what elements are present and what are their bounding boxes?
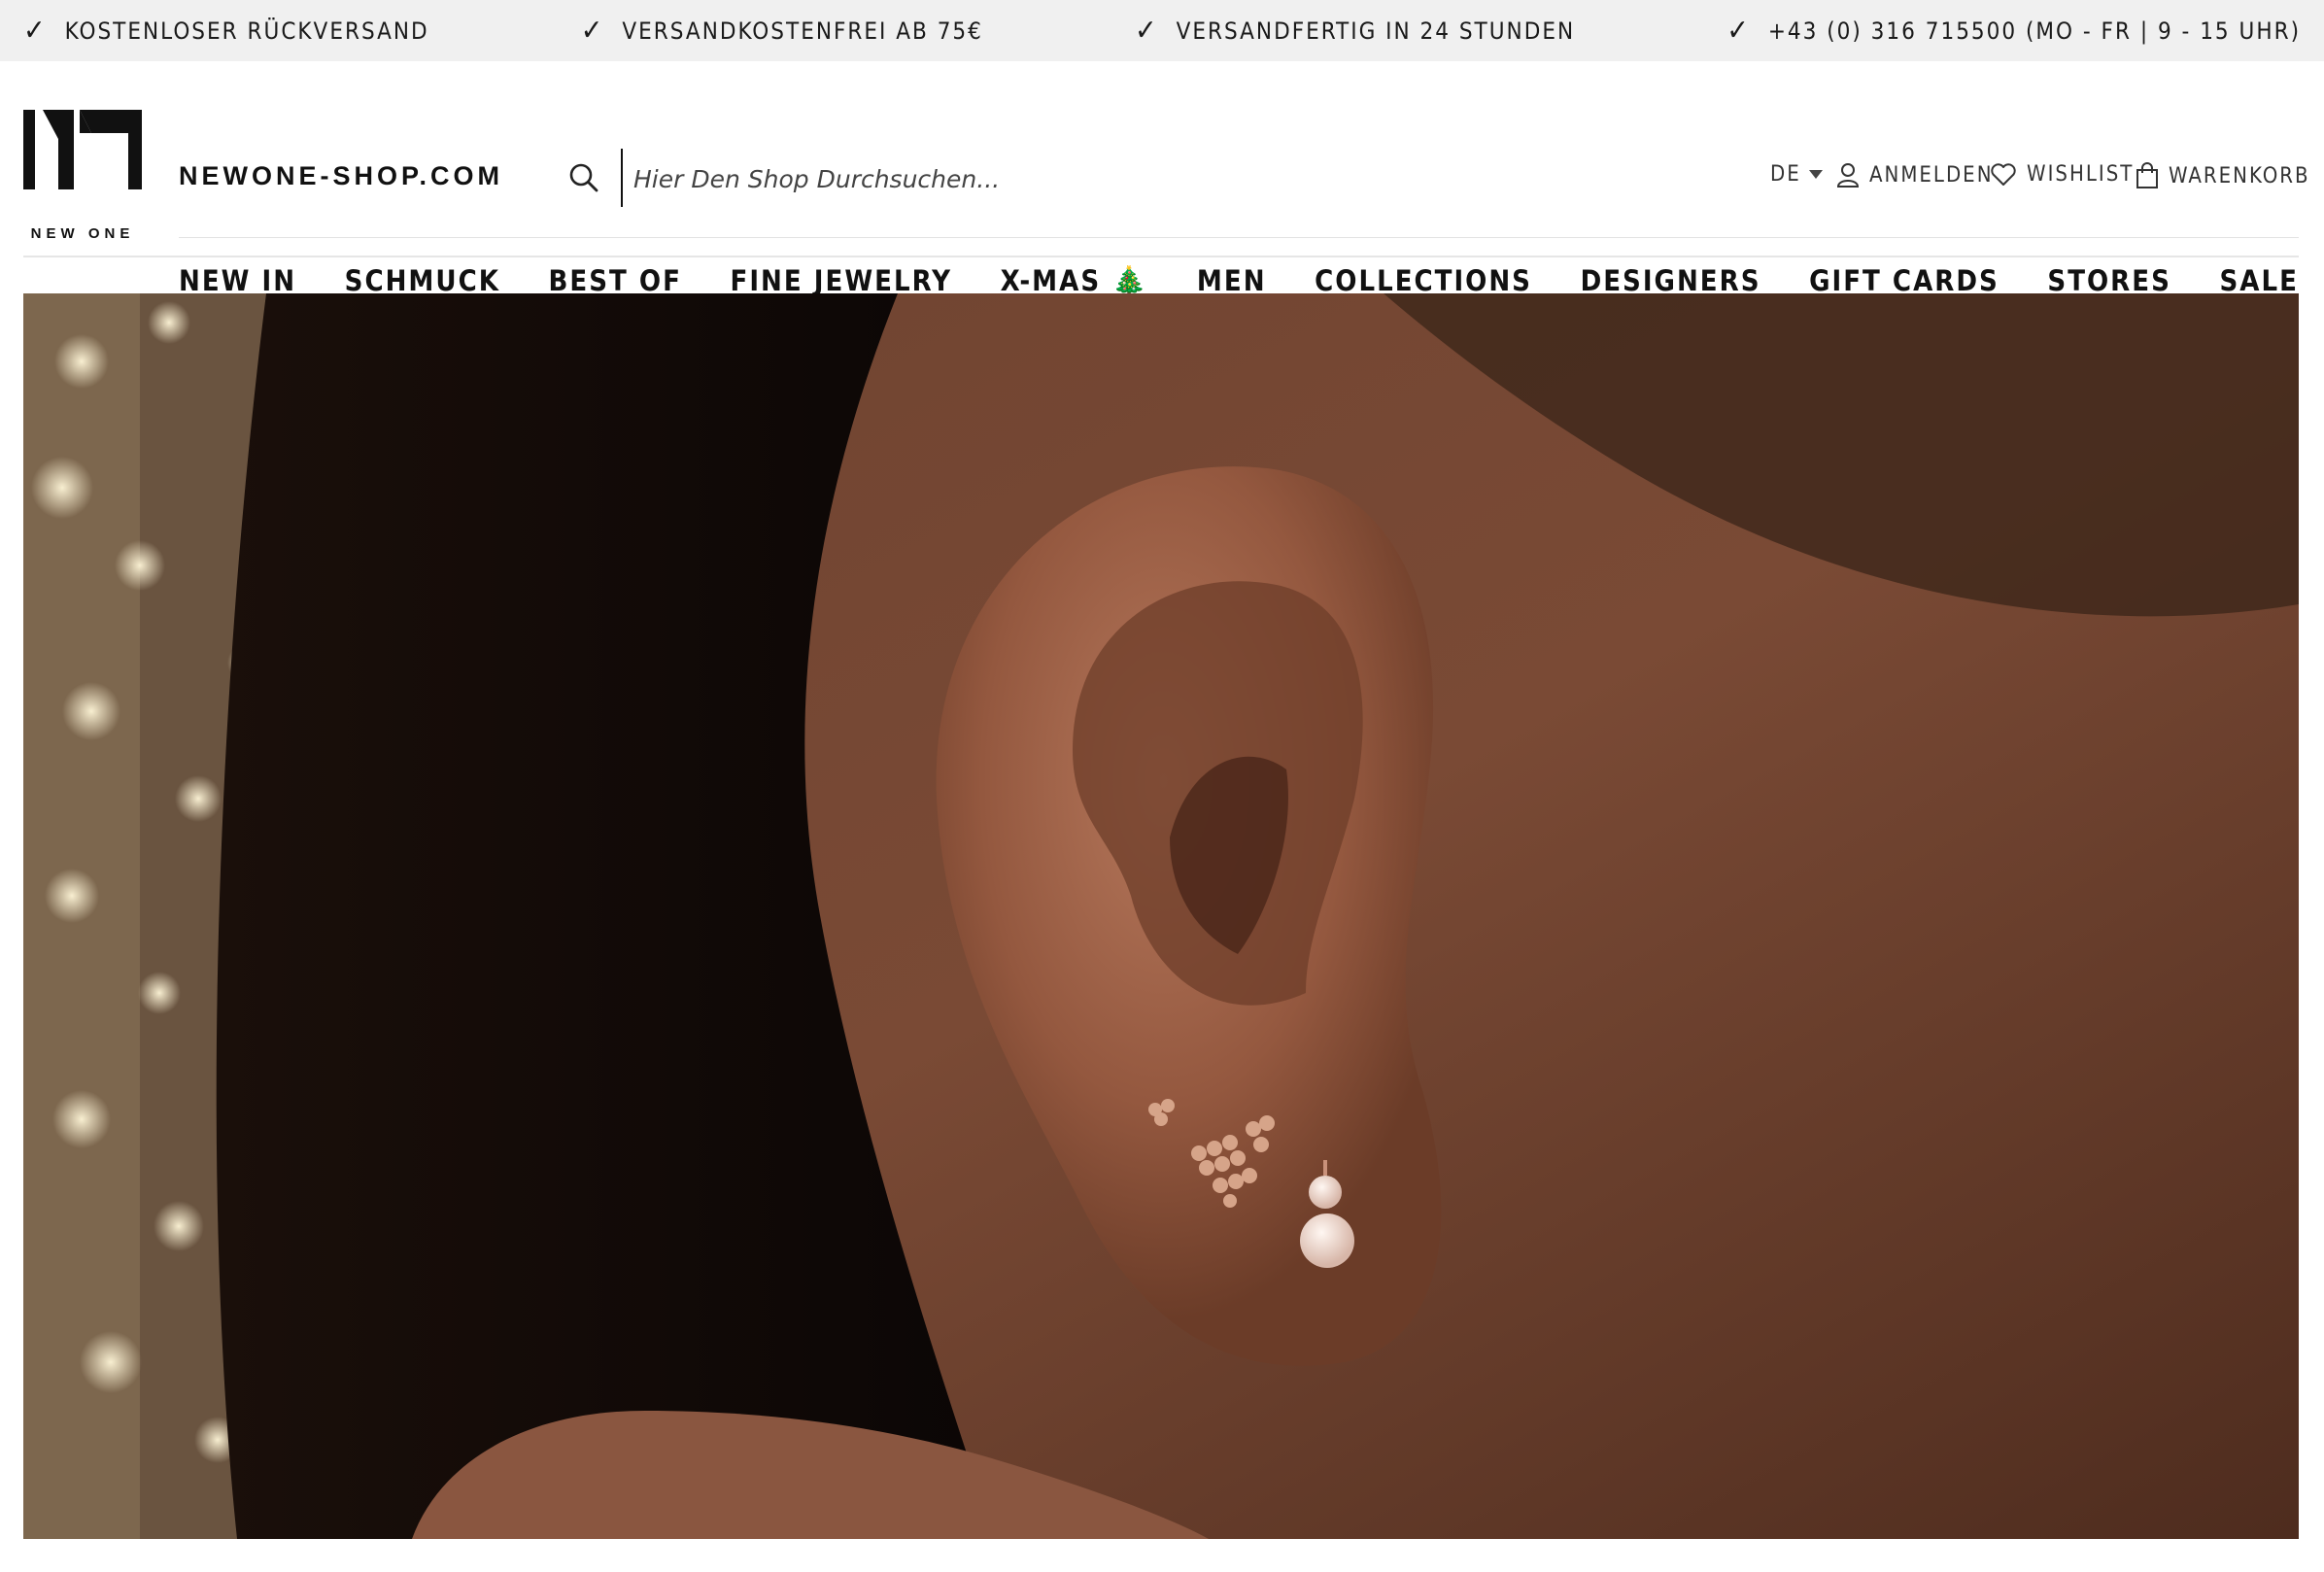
language-label: DE [1770, 162, 1801, 187]
usp-item-free-shipping: ✓ VERSANDKOSTENFREI AB 75€ [581, 14, 983, 48]
wishlist-link[interactable]: WISHLIST [1990, 162, 2134, 187]
nav-item-sale[interactable]: SALE [2219, 264, 2298, 297]
nav-item-fine-jewelry[interactable]: FINE JEWELRY [731, 264, 952, 297]
site-header: NEW ONE NEWONE-SHOP.COM DE ANMELDEN WISH… [0, 61, 2324, 297]
search-icon[interactable] [568, 162, 599, 193]
user-icon [1836, 163, 1860, 188]
login-link[interactable]: ANMELDEN [1836, 162, 1994, 188]
nav-item-stores[interactable]: STORES [2047, 264, 2170, 297]
nav-item-gift-cards[interactable]: GIFT CARDS [1809, 264, 1999, 297]
nav-item-designers[interactable]: DESIGNERS [1581, 264, 1761, 297]
usp-text[interactable]: +43 (0) 316 715500 (MO - FR | 9 - 15 UHR… [1768, 17, 2301, 45]
wishlist-label: WISHLIST [2027, 162, 2135, 187]
checkmark-icon: ✓ [1134, 14, 1159, 48]
usp-text: KOSTENLOSER RÜCKVERSAND [64, 17, 429, 45]
checkmark-icon: ✓ [580, 14, 605, 48]
hero-ear-earrings-image [23, 293, 2299, 1539]
language-selector[interactable]: DE [1770, 162, 1823, 187]
logo-text: NEW ONE [31, 225, 135, 242]
heart-icon [1991, 162, 2016, 186]
nav-item-collections[interactable]: COLLECTIONS [1315, 264, 1532, 297]
shopping-bag-icon [2136, 162, 2158, 188]
login-label: ANMELDEN [1869, 162, 1994, 188]
usp-text: VERSANDKOSTENFREI AB 75€ [622, 17, 983, 45]
cart-link[interactable]: WARENKORB [2136, 162, 2310, 189]
usp-text: VERSANDFERTIG IN 24 STUNDEN [1176, 17, 1576, 45]
usp-item-phone[interactable]: ✓ +43 (0) 316 715500 (MO - FR | 9 - 15 U… [1726, 14, 2301, 48]
nav-item-men[interactable]: MEN [1197, 264, 1267, 297]
header-divider [179, 237, 2299, 238]
checkmark-icon: ✓ [1726, 14, 1751, 48]
brand-url[interactable]: NEWONE-SHOP.COM [179, 161, 503, 191]
hero-banner[interactable] [23, 293, 2299, 1539]
nav-item-best-of[interactable]: BEST OF [549, 264, 682, 297]
nav-item-schmuck[interactable]: SCHMUCK [345, 264, 500, 297]
checkmark-icon: ✓ [23, 14, 48, 48]
nav-bottom-divider [23, 256, 2299, 257]
usp-bar: ✓ KOSTENLOSER RÜCKVERSAND ✓ VERSANDKOSTE… [0, 0, 2324, 61]
usp-item-free-returns: ✓ KOSTENLOSER RÜCKVERSAND [23, 14, 429, 48]
cart-label: WARENKORB [2169, 163, 2310, 188]
usp-item-ready-24h: ✓ VERSANDFERTIG IN 24 STUNDEN [1135, 14, 1575, 48]
nav-item-new-in[interactable]: NEW IN [179, 264, 296, 297]
search-input[interactable] [632, 154, 1141, 203]
search-cursor-divider [621, 149, 623, 207]
caret-down-icon [1808, 170, 1823, 179]
new-one-logo-icon: NEW ONE [23, 110, 142, 242]
logo-link[interactable]: NEW ONE [23, 110, 142, 275]
